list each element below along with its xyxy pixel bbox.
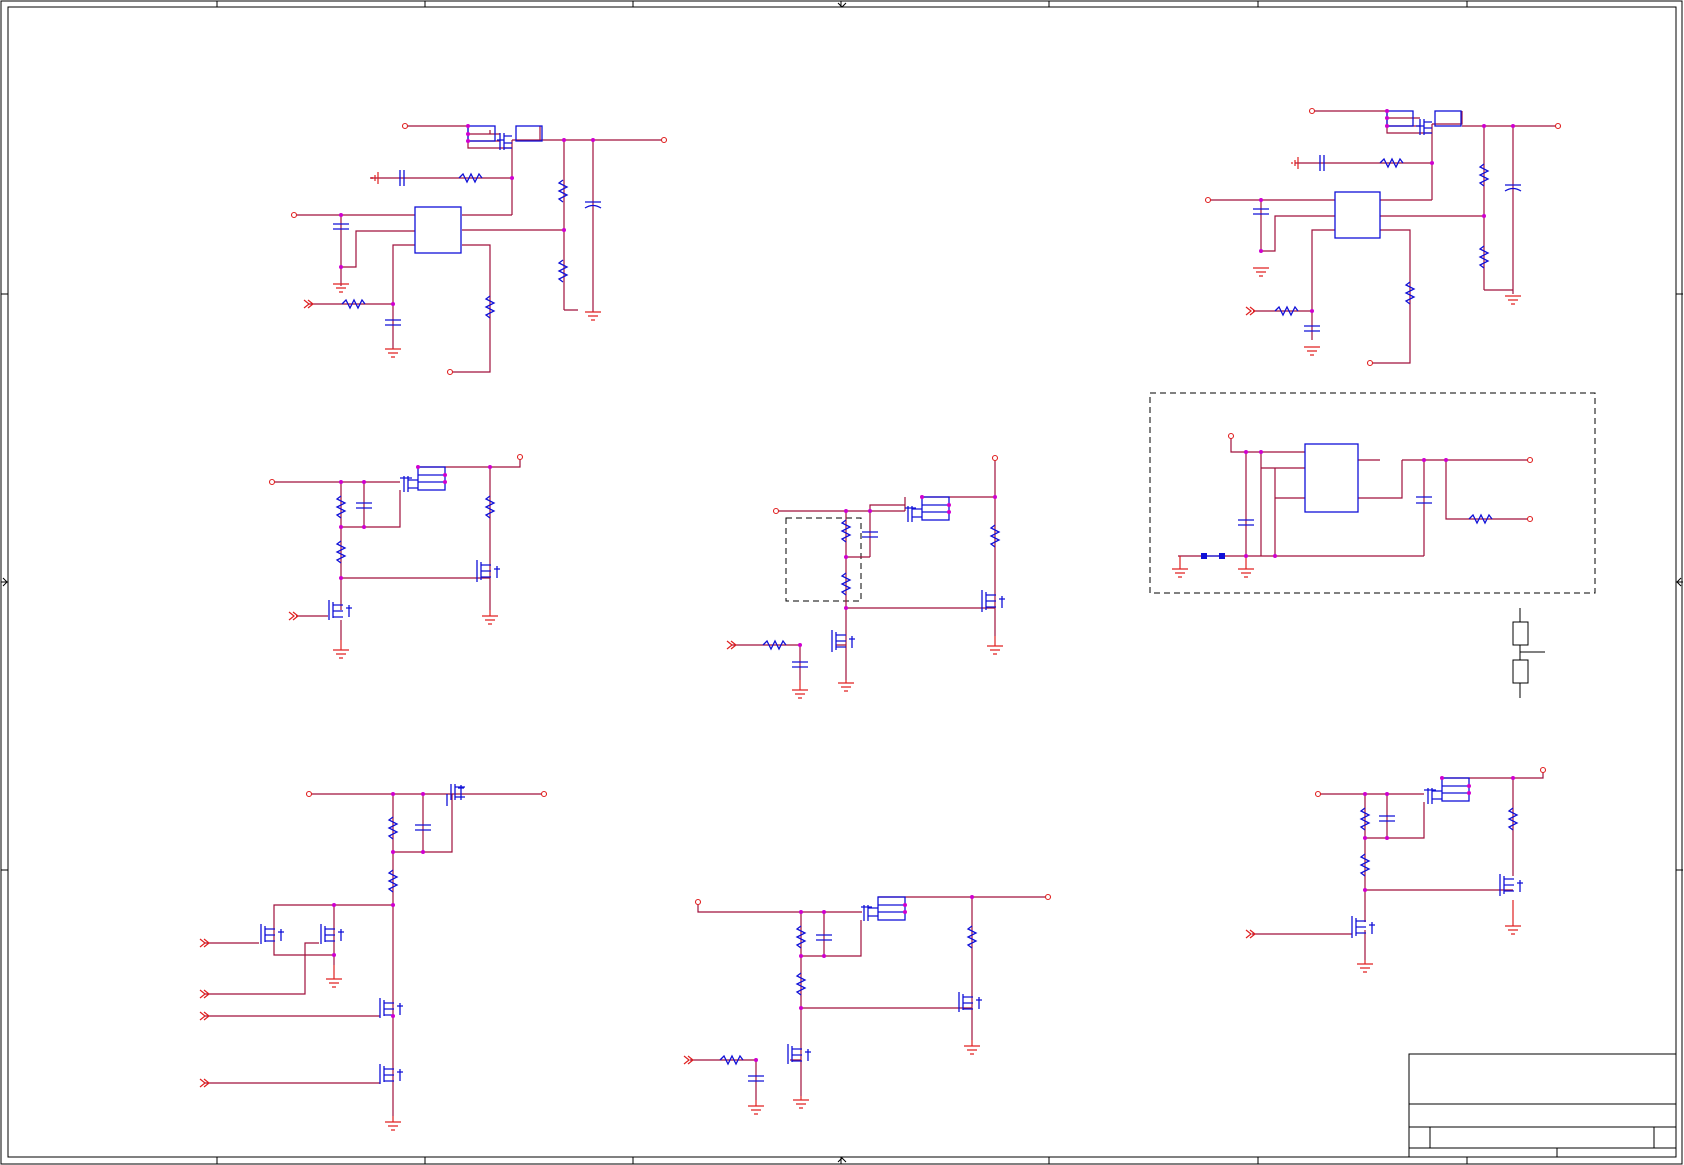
ic-u1 (414, 206, 462, 254)
switch-array-circuit (199, 784, 548, 1131)
load-switch-circuit-1 (268, 453, 524, 659)
load-switch-circuit-2 (726, 454, 1005, 699)
regulator-circuit-2 (1204, 107, 1562, 367)
ldo-circuit-block (1149, 392, 1596, 594)
ic-u3 (1304, 443, 1359, 513)
load-switch-circuit-3 (683, 893, 1052, 1115)
sheet-border (0, 0, 1683, 1165)
regulator-circuit-1 (290, 122, 668, 376)
load-switch-circuit-4 (1245, 766, 1547, 973)
ic-u2 (1334, 191, 1381, 239)
fuse-symbol (1512, 608, 1545, 698)
schematic-sheet (0, 0, 1683, 1165)
title-block (1408, 1053, 1677, 1158)
